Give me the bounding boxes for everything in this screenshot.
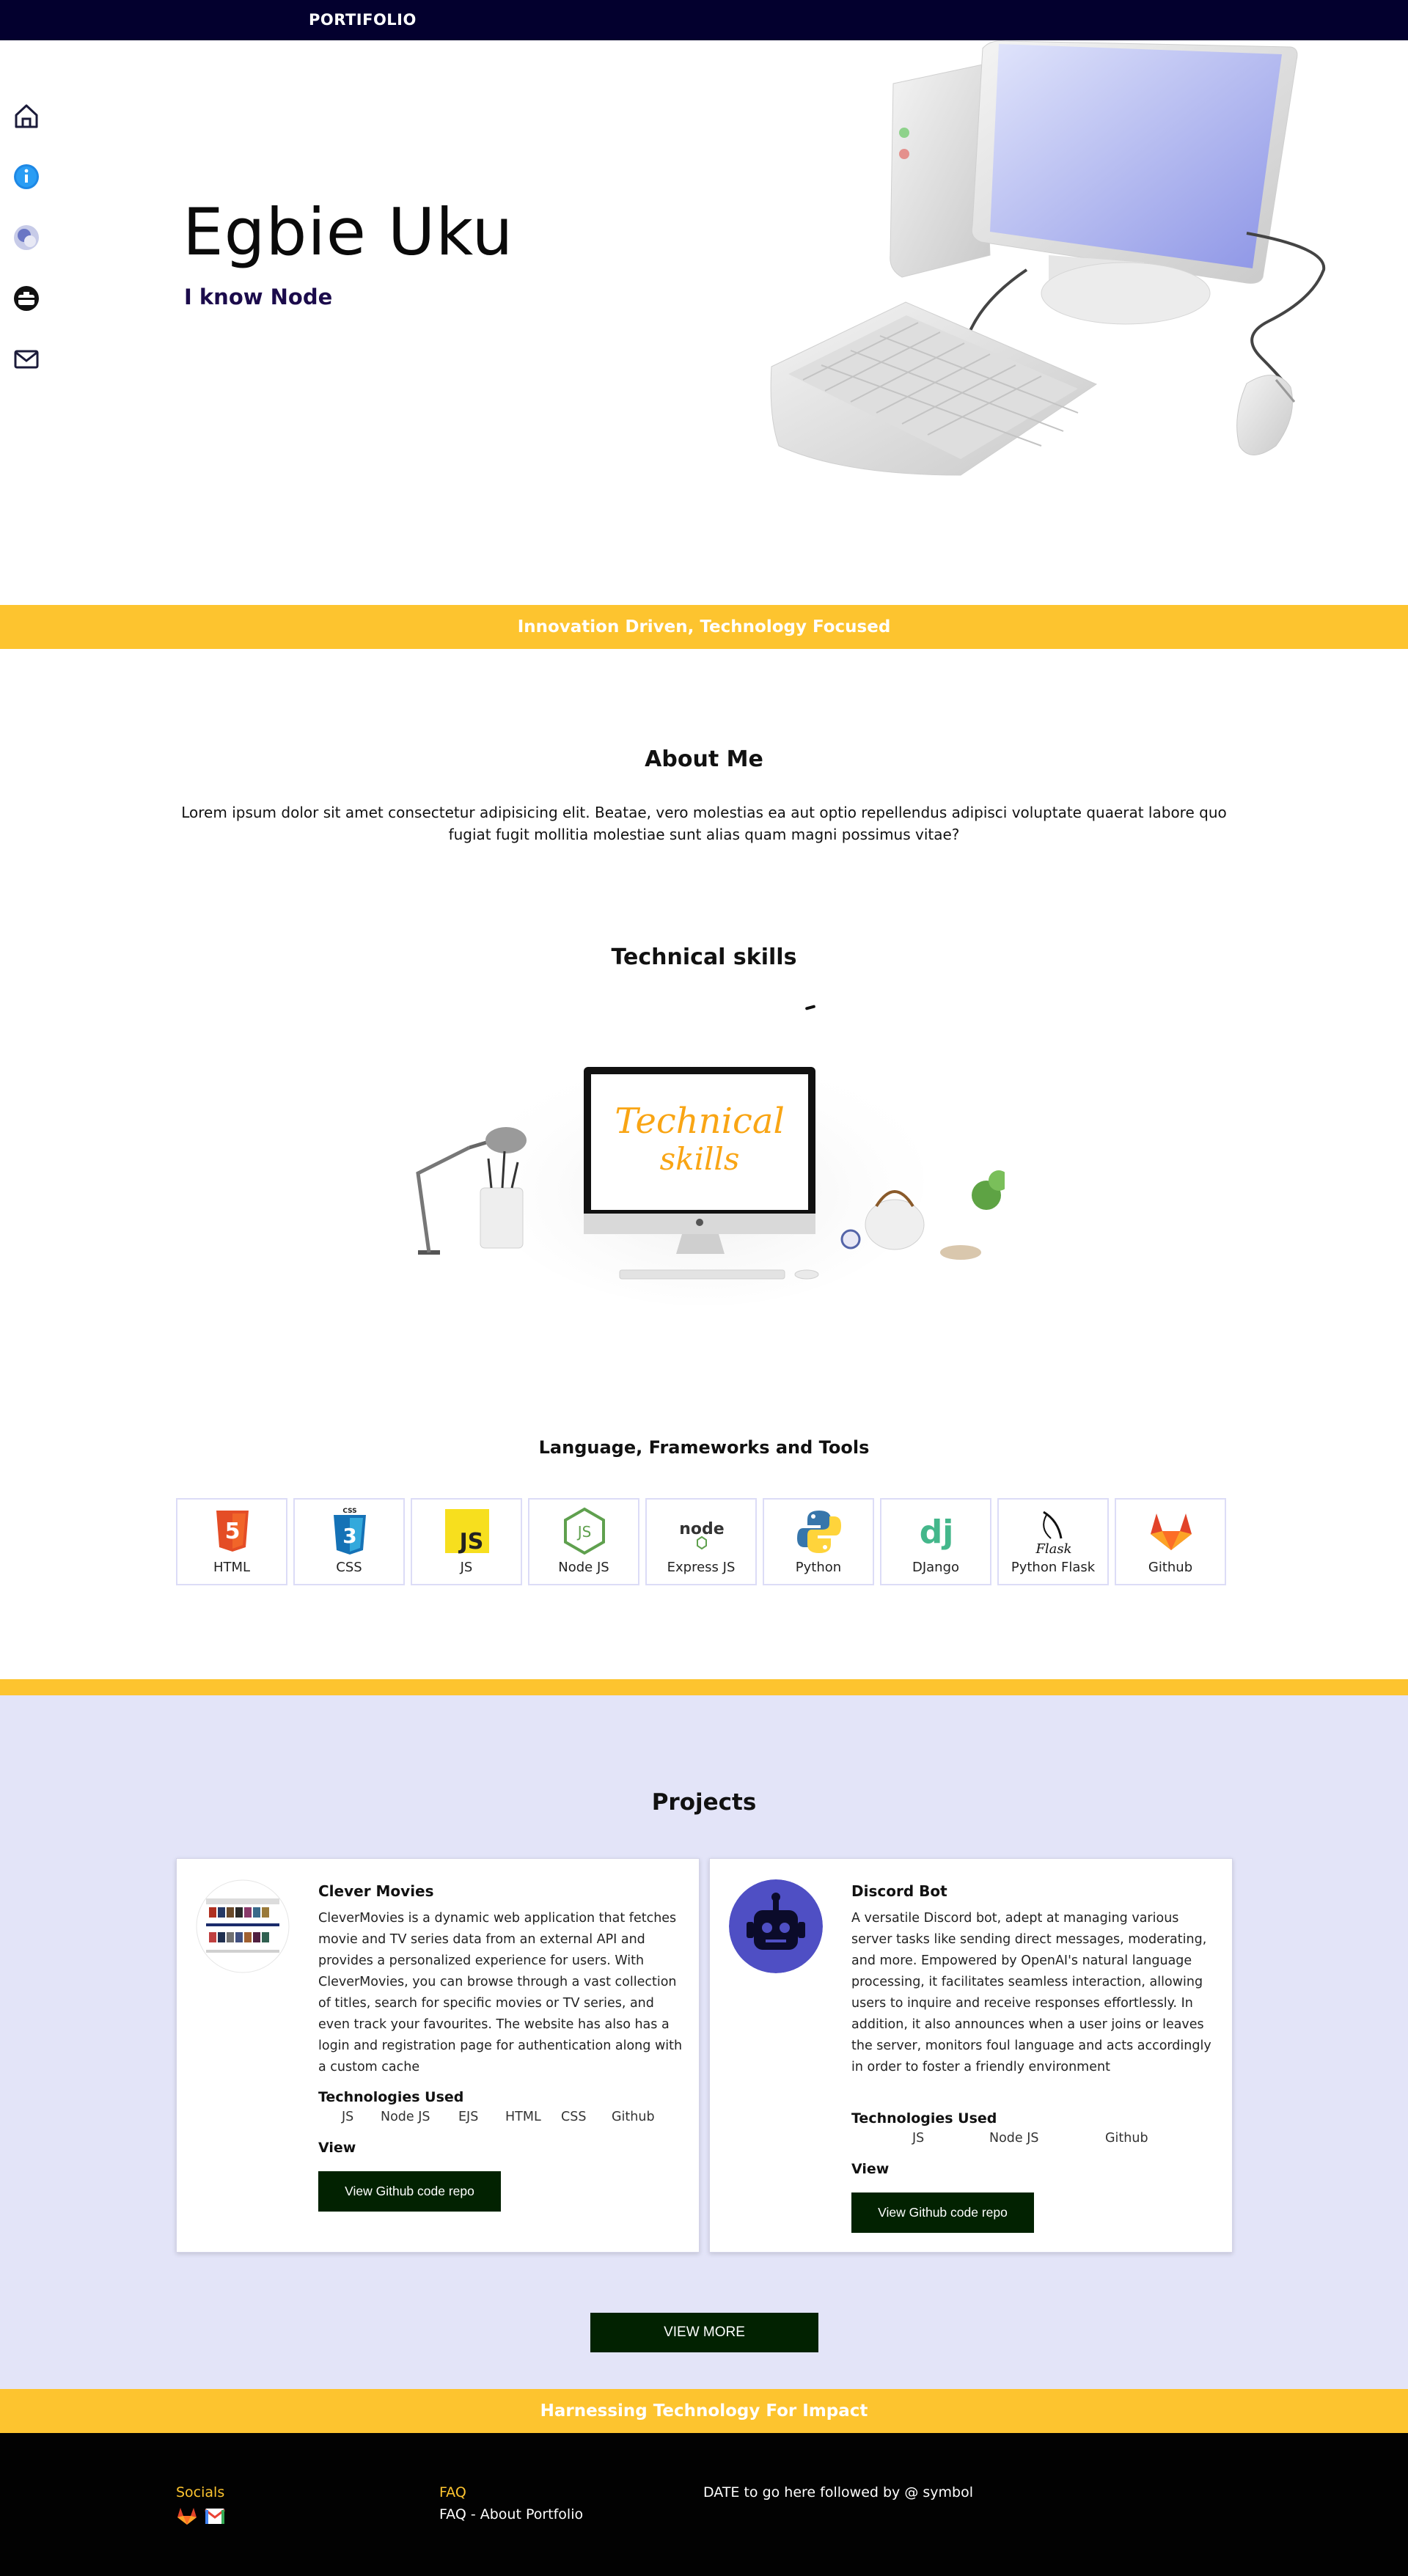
gmail-icon[interactable] (204, 2505, 226, 2527)
project-description: A versatile Discord bot, adept at managi… (851, 1911, 1211, 2074)
skill-label-python: Python (795, 1560, 842, 1575)
skill-card-nodejs: JS Node JS (528, 1498, 639, 1585)
projects-top-strip (0, 1679, 1408, 1695)
skill-label-django: DJango (912, 1560, 960, 1575)
faq-about-portfolio-link[interactable]: FAQ - About Portfolio (439, 2506, 583, 2522)
project-description: CleverMovies is a dynamic web applicatio… (318, 1911, 683, 2074)
skill-card-html: 5 HTML (176, 1498, 287, 1585)
technologies-list: JS Node JS Github (851, 2131, 1218, 2148)
python-icon (797, 1511, 841, 1553)
project-title: Discord Bot (851, 1882, 947, 1900)
projects-nav-button[interactable] (10, 282, 43, 315)
home-icon (15, 104, 38, 128)
html5-icon: 5 (216, 1511, 249, 1552)
skill-card-js: JS JS (411, 1498, 522, 1585)
skill-label-html: HTML (213, 1560, 251, 1575)
projects-title: Projects (651, 1789, 757, 1816)
skill-label-css: CSS (336, 1560, 362, 1575)
technologies-list: JS Node JS EJS HTML CSS Github (318, 2110, 685, 2127)
skill-card-css: CSS 3 CSS (293, 1498, 405, 1585)
innovation-banner: Innovation Driven, Technology Focused (0, 605, 1408, 649)
clever-movies-thumbnail (196, 1879, 290, 1973)
technical-skills-desk-illustration: Technical skills (416, 1005, 1005, 1305)
about-text: Lorem ipsum dolor sit amet consectetur a… (181, 804, 1227, 843)
svg-text:node: node (679, 1520, 724, 1538)
view-more-button[interactable]: VIEW MORE (590, 2313, 818, 2352)
javascript-icon: JS (445, 1509, 489, 1555)
briefcase-icon (14, 286, 39, 311)
tech-tag: CSS (561, 2110, 587, 2124)
mail-icon (14, 350, 39, 369)
svg-text:dj: dj (920, 1513, 954, 1551)
hero-tagline: I know Node (184, 285, 333, 309)
top-navbar: PORTIFOLIO (0, 0, 1408, 40)
footer-date-text: DATE to go here followed by @ symbol (703, 2484, 973, 2500)
home-nav-button[interactable] (10, 99, 43, 133)
svg-text:Technical: Technical (615, 1101, 785, 1142)
nodejs-icon: JS (564, 1507, 605, 1555)
view-github-repo-button[interactable]: View Github code repo (318, 2171, 501, 2212)
gitlab-fox-icon (1151, 1513, 1192, 1550)
socials-label: Socials (176, 2484, 225, 2500)
technologies-used-heading: Technologies Used (318, 2089, 464, 2105)
social-icons (176, 2505, 229, 2527)
tech-tag: Node JS (381, 2110, 430, 2124)
skill-card-python: Python (763, 1498, 874, 1585)
skills-grid: 5 HTML CSS 3 CSS JS JS JS Node JS node E… (176, 1498, 1232, 1586)
skills-badge-icon (14, 225, 39, 250)
faq-label[interactable]: FAQ (439, 2484, 466, 2500)
tech-tag: HTML (505, 2110, 541, 2124)
footer: Socials FAQ FAQ - About Portfolio DATE t… (0, 2433, 1408, 2576)
desktop-computer-illustration (770, 40, 1326, 476)
skill-label-js: JS (460, 1560, 473, 1575)
tech-tag: Node JS (989, 2131, 1039, 2146)
svg-text:JS: JS (458, 1529, 484, 1555)
tech-tag: JS (342, 2110, 354, 2124)
skills-nav-button[interactable] (10, 221, 43, 254)
skill-card-django: dj DJango (880, 1498, 991, 1585)
svg-text:skills: skills (660, 1141, 740, 1177)
flask-icon: Flask (1035, 1511, 1072, 1556)
svg-text:CSS: CSS (342, 1508, 356, 1515)
skill-card-express: node Express JS (645, 1498, 757, 1585)
hero-name: Egbie Uku (183, 194, 514, 270)
skill-label-nodejs: Node JS (558, 1560, 609, 1575)
skill-label-express: Express JS (667, 1560, 736, 1575)
view-heading: View (318, 2140, 356, 2156)
tech-tag: JS (912, 2131, 925, 2146)
gitlab-icon[interactable] (176, 2505, 198, 2527)
svg-text:3: 3 (342, 1524, 356, 1548)
technical-skills-title: Technical skills (611, 944, 797, 970)
about-title: About Me (645, 746, 763, 772)
skill-card-flask: Flask Python Flask (997, 1498, 1109, 1585)
skill-card-github: Github (1115, 1498, 1226, 1585)
languages-title: Language, Frameworks and Tools (538, 1437, 870, 1458)
impact-banner: Harnessing Technology For Impact (0, 2389, 1408, 2433)
tech-tag: Github (612, 2110, 655, 2124)
project-title: Clever Movies (318, 1882, 434, 1900)
technologies-used-heading: Technologies Used (851, 2110, 997, 2127)
svg-text:Flask: Flask (1035, 1541, 1071, 1556)
node-express-icon: node (679, 1520, 725, 1550)
css3-icon: CSS 3 (334, 1508, 366, 1555)
svg-text:5: 5 (225, 1519, 241, 1544)
brand-logo[interactable]: PORTIFOLIO (309, 11, 417, 29)
skill-label-flask: Python Flask (1011, 1560, 1096, 1575)
skill-label-github: Github (1148, 1560, 1193, 1575)
project-card-clever-movies: Clever Movies CleverMovies is a dynamic … (176, 1858, 700, 2253)
tech-tag: Github (1105, 2131, 1148, 2146)
portfolio-page: PORTIFOLIO Egbie Uku I know Node Innovat… (0, 0, 1408, 2576)
discord-bot-robot-icon (729, 1879, 823, 1973)
view-github-repo-button[interactable]: View Github code repo (851, 2192, 1034, 2233)
contact-nav-button[interactable] (10, 342, 43, 376)
project-card-discord-bot: Discord Bot A versatile Discord bot, ade… (709, 1858, 1233, 2253)
svg-text:JS: JS (576, 1523, 592, 1541)
info-icon (14, 164, 39, 189)
about-nav-button[interactable] (10, 160, 43, 194)
django-icon: dj (920, 1513, 954, 1551)
view-heading: View (851, 2161, 890, 2177)
tech-tag: EJS (458, 2110, 479, 2124)
